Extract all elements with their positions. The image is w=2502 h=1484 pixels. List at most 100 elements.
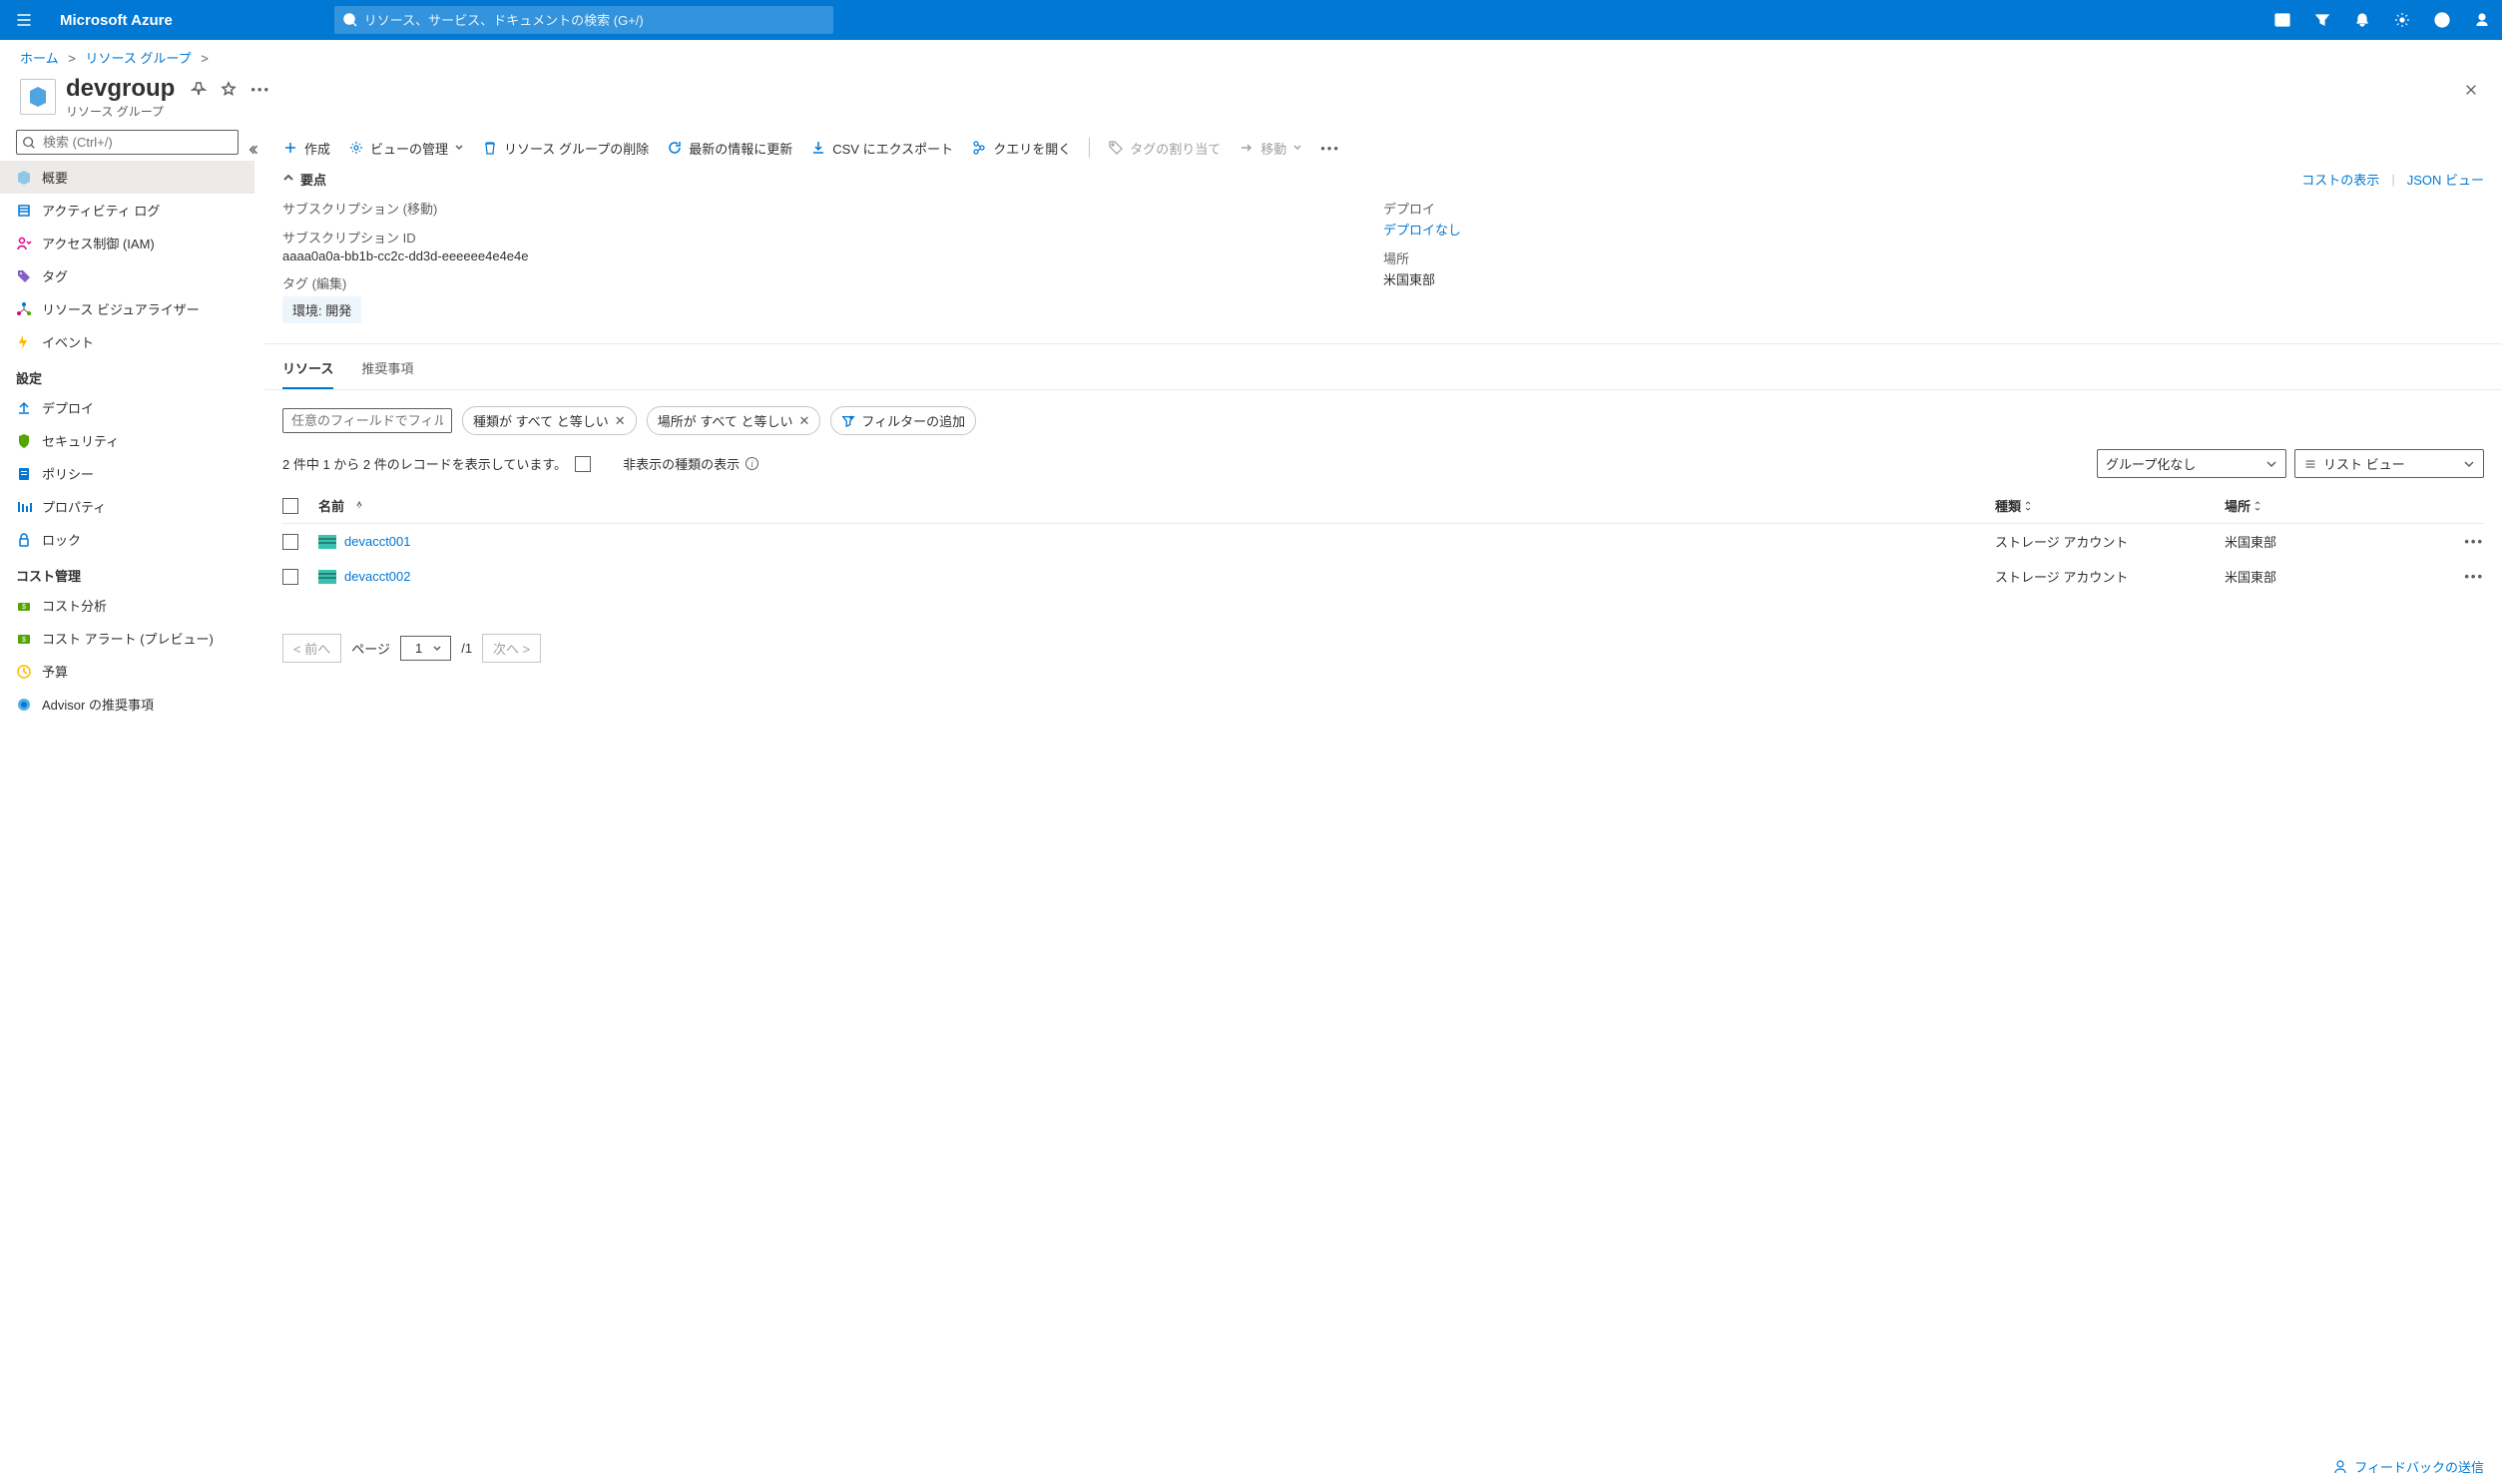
budget-icon (16, 664, 32, 680)
sidebar-search-input[interactable] (16, 130, 239, 155)
nav-properties[interactable]: プロパティ (0, 490, 254, 523)
type-filter-pill[interactable]: 種類が すべて と等しい✕ (462, 406, 637, 435)
table-row[interactable]: devacct001 ストレージ アカウント 米国東部 ••• (282, 524, 2484, 559)
brand-label[interactable]: Microsoft Azure (48, 12, 185, 29)
notifications-icon[interactable] (2342, 0, 2382, 40)
table-row[interactable]: devacct002 ストレージ アカウント 米国東部 ••• (282, 559, 2484, 594)
directory-filter-icon[interactable] (2302, 0, 2342, 40)
nav-label: コスト アラート (プレビュー) (42, 629, 214, 648)
location-value: 米国東部 (1383, 269, 2484, 288)
deploy-value-link[interactable]: デプロイなし (1383, 223, 1461, 238)
row-more-icon[interactable]: ••• (2444, 534, 2484, 549)
breadcrumb-home[interactable]: ホーム (20, 51, 59, 66)
filter-input[interactable] (282, 408, 452, 433)
sidebar: 概要 アクティビティ ログ アクセス制御 (IAM) タグ リソース ビジュアラ… (0, 130, 254, 721)
open-query-button[interactable]: クエリを開く (971, 139, 1071, 158)
nav-label: コスト分析 (42, 596, 107, 615)
subscription-move-link[interactable]: 移動 (407, 202, 433, 217)
resources-table: 名前 種類 場所 devacct001 ストレージ アカウント 米国東部 •••… (264, 488, 2502, 594)
help-icon[interactable] (2422, 0, 2462, 40)
nav-label: プロパティ (42, 497, 106, 516)
assign-tags-button[interactable]: タグの割り当て (1108, 139, 1221, 158)
next-page-button[interactable]: 次へ > (482, 634, 541, 663)
search-icon (22, 136, 36, 150)
feedback-top-icon[interactable] (2462, 0, 2502, 40)
nav-cost-alerts[interactable]: $ コスト アラート (プレビュー) (0, 622, 254, 655)
tags-edit-link[interactable]: 編集 (316, 276, 342, 291)
collapse-essentials-icon[interactable] (282, 172, 294, 187)
nav-security[interactable]: セキュリティ (0, 424, 254, 457)
top-bar: Microsoft Azure (0, 0, 2502, 40)
manage-view-button[interactable]: ビューの管理 (348, 139, 464, 158)
nav-iam[interactable]: アクセス制御 (IAM) (0, 227, 254, 259)
nav-overview[interactable]: 概要 (0, 161, 254, 194)
global-search-input[interactable] (364, 13, 825, 28)
view-cost-link[interactable]: コストの表示 (2301, 170, 2379, 189)
resource-link[interactable]: devacct001 (344, 534, 411, 549)
nav-deployments[interactable]: デプロイ (0, 391, 254, 424)
info-icon[interactable]: i (746, 457, 758, 470)
more-icon[interactable]: ••• (250, 82, 270, 97)
resource-link[interactable]: devacct002 (344, 569, 411, 584)
nav-activity-log[interactable]: アクティビティ ログ (0, 194, 254, 227)
export-csv-button[interactable]: CSV にエクスポート (810, 139, 953, 158)
nav-label: デプロイ (42, 398, 94, 417)
close-blade-icon[interactable] (2460, 79, 2482, 104)
select-all-checkbox[interactable] (282, 498, 298, 514)
sort-icon (352, 498, 364, 513)
subscription-label: サブスクリプション (移動) (282, 199, 1383, 218)
cost-alert-icon: $ (16, 631, 32, 647)
prev-page-button[interactable]: < 前へ (282, 634, 341, 663)
breadcrumb-separator: > (68, 51, 76, 66)
tags-label: タグ (編集) (282, 273, 1383, 292)
sort-icon (2251, 499, 2262, 514)
nav-label: アクティビティ ログ (42, 201, 160, 220)
remove-filter-icon[interactable]: ✕ (615, 413, 626, 429)
nav-resource-visualizer[interactable]: リソース ビジュアライザー (0, 292, 254, 325)
nav-label: 予算 (42, 662, 68, 681)
tag-pill[interactable]: 環境: 開発 (282, 296, 361, 323)
create-button[interactable]: 作成 (282, 139, 330, 158)
refresh-button[interactable]: 最新の情報に更新 (667, 139, 792, 158)
show-hidden-checkbox[interactable] (575, 456, 591, 472)
nav-policies[interactable]: ポリシー (0, 457, 254, 490)
nav-budgets[interactable]: 予算 (0, 655, 254, 688)
send-feedback-button[interactable]: フィードバックの送信 (2332, 1457, 2484, 1476)
global-search[interactable] (334, 6, 833, 34)
resource-type: ストレージ アカウント (1995, 567, 2225, 586)
nav-section-settings: 設定 (0, 358, 254, 391)
json-view-link[interactable]: JSON ビュー (2407, 170, 2484, 189)
col-header-location[interactable]: 場所 (2225, 496, 2444, 515)
location-filter-pill[interactable]: 場所が すべて と等しい✕ (647, 406, 821, 435)
nav-locks[interactable]: ロック (0, 523, 254, 556)
nav-tags[interactable]: タグ (0, 259, 254, 292)
nav-advisor[interactable]: Advisor の推奨事項 (0, 688, 254, 721)
row-more-icon[interactable]: ••• (2444, 569, 2484, 584)
tab-resources[interactable]: リソース (282, 358, 333, 389)
events-icon (16, 334, 32, 350)
row-checkbox[interactable] (282, 534, 298, 550)
cloud-shell-icon[interactable] (2262, 0, 2302, 40)
group-by-select[interactable]: グループ化なし (2097, 449, 2286, 478)
nav-cost-analysis[interactable]: $コスト分析 (0, 589, 254, 622)
resource-location: 米国東部 (2225, 532, 2444, 551)
breadcrumb-rg[interactable]: リソース グループ (85, 51, 191, 66)
remove-filter-icon[interactable]: ✕ (799, 413, 810, 429)
row-checkbox[interactable] (282, 569, 298, 585)
col-header-name[interactable]: 名前 (318, 496, 1995, 515)
pin-icon[interactable] (191, 81, 207, 97)
settings-icon[interactable] (2382, 0, 2422, 40)
tab-recommendations[interactable]: 推奨事項 (361, 358, 413, 389)
toolbar-overflow[interactable]: ••• (1320, 141, 1340, 156)
add-filter-button[interactable]: フィルターの追加 (830, 406, 976, 435)
table-header-row: 名前 種類 場所 (282, 488, 2484, 524)
view-mode-select[interactable]: リスト ビュー (2294, 449, 2484, 478)
col-header-type[interactable]: 種類 (1995, 496, 2225, 515)
move-button[interactable]: 移動 (1239, 139, 1302, 158)
favorite-icon[interactable] (221, 81, 237, 97)
nav-label: リソース ビジュアライザー (42, 299, 200, 318)
hamburger-menu[interactable] (0, 0, 48, 40)
nav-events[interactable]: イベント (0, 325, 254, 358)
page-select[interactable]: 1 (400, 636, 451, 661)
delete-rg-button[interactable]: リソース グループの削除 (482, 139, 649, 158)
